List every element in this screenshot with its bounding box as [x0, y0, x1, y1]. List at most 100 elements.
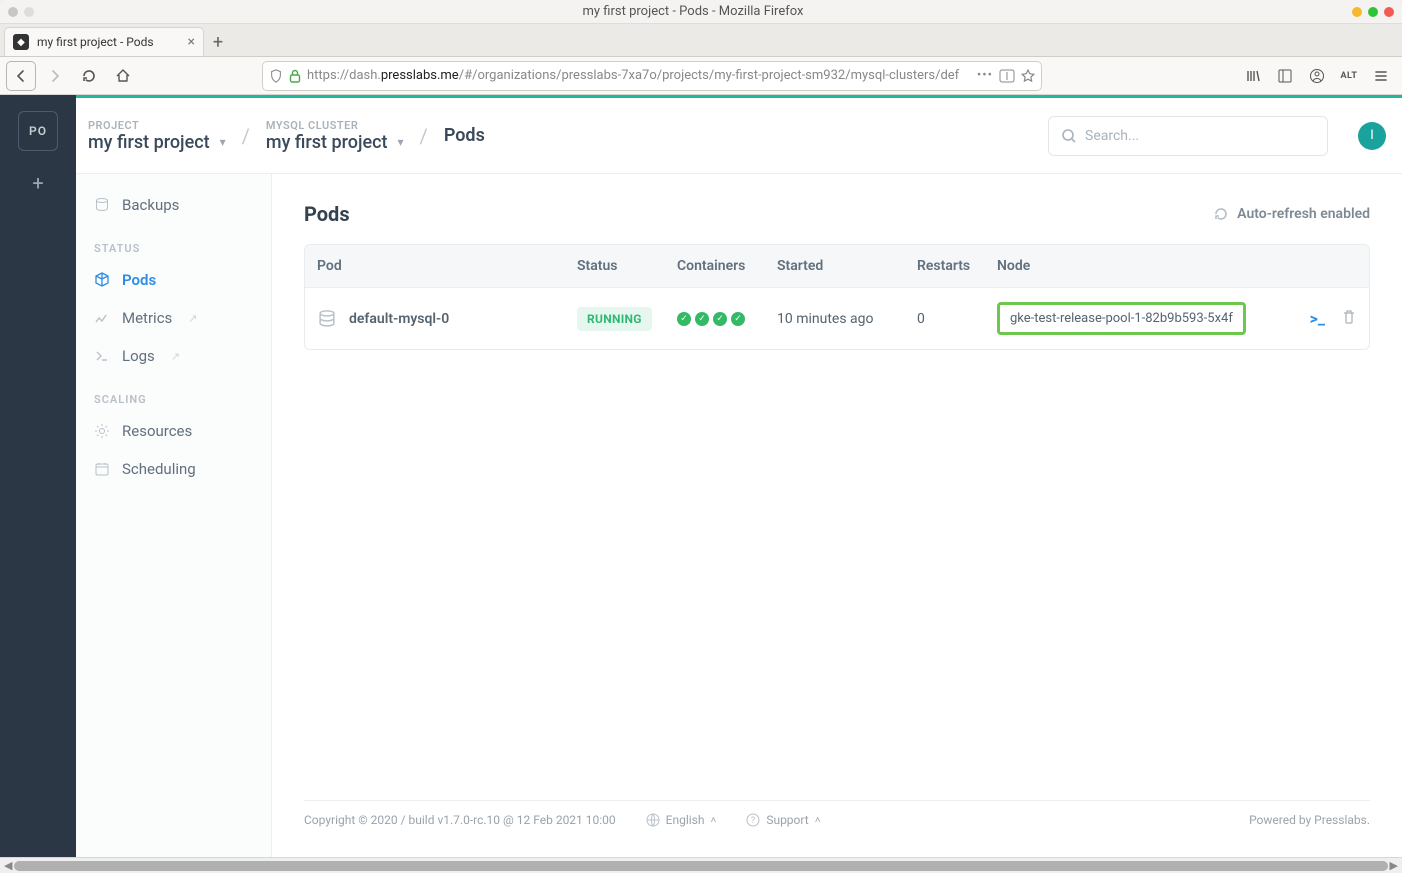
cell-restarts: 0 [917, 311, 997, 327]
search-placeholder: Search... [1085, 128, 1139, 144]
chevron-up-icon: ˄ [815, 815, 821, 826]
scroll-left-icon[interactable]: ◀ [4, 859, 12, 872]
status-badge: RUNNING [577, 307, 652, 331]
support-link[interactable]: ? Support ˄ [746, 813, 820, 827]
app-header: PROJECT my first project ▾ / MYSQL CLUST… [76, 98, 1402, 174]
breadcrumb-value: my first project [88, 132, 210, 153]
dot-icon [8, 7, 18, 17]
org-selector[interactable]: PO [18, 111, 58, 151]
app-body: Backups STATUS Pods Metrics ↗ [76, 174, 1402, 857]
database-icon [94, 197, 110, 213]
th-started: Started [777, 258, 917, 274]
breadcrumb-project[interactable]: PROJECT my first project ▾ [88, 119, 226, 153]
app-wrap: PROJECT my first project ▾ / MYSQL CLUST… [76, 95, 1402, 857]
terminal-icon [94, 348, 110, 364]
breadcrumb-cluster[interactable]: MYSQL CLUSTER my first project ▾ [266, 119, 404, 153]
browser-tab[interactable]: ◆ my first project - Pods × [4, 27, 204, 56]
search-input[interactable]: Search... [1048, 116, 1328, 156]
browser-toolbar: https://dash.presslabs.me/#/organization… [0, 57, 1402, 95]
os-titlebar: my first project - Pods - Mozilla Firefo… [0, 0, 1402, 24]
account-button[interactable] [1302, 61, 1332, 91]
globe-icon [646, 813, 660, 827]
star-icon[interactable] [1021, 69, 1035, 83]
footer-copyright: Copyright © 2020 / build v1.7.0-rc.10 @ … [304, 813, 616, 827]
tab-close-button[interactable]: × [188, 34, 195, 50]
user-avatar[interactable]: I [1358, 122, 1386, 150]
delete-button[interactable] [1341, 309, 1357, 328]
minimize-icon[interactable] [1352, 7, 1362, 17]
sidebar-item-label: Resources [122, 422, 192, 440]
cell-node: gke-test-release-pool-1-82b9b593-5x4f [997, 310, 1287, 328]
url-bar[interactable]: https://dash.presslabs.me/#/organization… [262, 61, 1042, 91]
back-button[interactable] [6, 61, 36, 91]
refresh-icon [1213, 206, 1229, 222]
chart-icon [94, 310, 110, 326]
reader-icon[interactable] [999, 69, 1015, 83]
org-rail: PO + [0, 95, 76, 857]
auto-refresh-toggle[interactable]: Auto-refresh enabled [1213, 206, 1370, 222]
library-button[interactable] [1238, 61, 1268, 91]
table-header: Pod Status Containers Started Restarts N… [305, 245, 1369, 287]
breadcrumb-label: MYSQL CLUSTER [266, 119, 404, 132]
main-header-row: Pods Auto-refresh enabled [304, 202, 1370, 226]
hamburger-menu-button[interactable] [1366, 61, 1396, 91]
sidebar-heading-scaling: SCALING [76, 375, 271, 412]
check-dot-icon: ✓ [713, 312, 727, 326]
chevron-down-icon[interactable]: ▾ [220, 135, 226, 149]
sidebar-item-resources[interactable]: Resources [76, 412, 271, 450]
dot-icon [24, 7, 34, 17]
forward-button[interactable] [40, 61, 70, 91]
breadcrumb-sep: / [236, 124, 256, 148]
help-icon: ? [746, 813, 760, 827]
browser-tab-title: my first project - Pods [37, 35, 154, 49]
cell-started: 10 minutes ago [777, 311, 917, 327]
home-button[interactable] [108, 61, 138, 91]
external-link-icon: ↗ [171, 350, 180, 363]
page-title: Pods [304, 202, 350, 226]
table-row[interactable]: default-mysql-0 RUNNING ✓ ✓ ✓ ✓ 10 minut… [305, 287, 1369, 349]
sidebar-item-metrics[interactable]: Metrics ↗ [76, 299, 271, 337]
sidebar-item-scheduling[interactable]: Scheduling [76, 450, 271, 488]
scroll-thumb[interactable] [14, 861, 1387, 871]
language-selector[interactable]: English ˄ [646, 813, 717, 827]
sidebar-item-label: Backups [122, 196, 179, 214]
sidebar-item-label: Pods [122, 271, 156, 289]
th-containers: Containers [677, 258, 777, 274]
sidebar-heading-status: STATUS [76, 224, 271, 261]
sidebar: Backups STATUS Pods Metrics ↗ [76, 174, 272, 857]
scroll-right-icon[interactable]: ▶ [1390, 859, 1398, 872]
new-tab-button[interactable]: + [204, 28, 232, 56]
alt-button[interactable]: ALT [1334, 61, 1364, 91]
breadcrumb-value: my first project [266, 132, 388, 153]
calendar-icon [94, 461, 110, 477]
cube-icon [94, 272, 110, 288]
horizontal-scrollbar[interactable]: ◀ ▶ [0, 857, 1402, 873]
add-org-button[interactable]: + [32, 171, 43, 195]
browser-tab-strip: ◆ my first project - Pods × + [0, 24, 1402, 57]
th-node: Node [997, 258, 1287, 274]
meatball-icon[interactable]: ••• [977, 68, 993, 83]
shield-icon [269, 69, 283, 83]
th-pod: Pod [317, 258, 577, 274]
main-panel: Pods Auto-refresh enabled Pod Status Con… [272, 174, 1402, 857]
close-icon[interactable] [1384, 7, 1394, 17]
maximize-icon[interactable] [1368, 7, 1378, 17]
cell-status: RUNNING [577, 307, 677, 331]
sidebar-item-pods[interactable]: Pods [76, 261, 271, 299]
reload-button[interactable] [74, 61, 104, 91]
check-dot-icon: ✓ [695, 312, 709, 326]
sidebar-item-logs[interactable]: Logs ↗ [76, 337, 271, 375]
chevron-down-icon[interactable]: ▾ [398, 135, 404, 149]
lock-icon [289, 69, 301, 83]
sidebar-item-backups[interactable]: Backups [76, 186, 271, 224]
url-text: https://dash.presslabs.me/#/organization… [307, 68, 971, 83]
footer-powered: Powered by Presslabs. [1249, 813, 1370, 827]
check-dot-icon: ✓ [677, 312, 691, 326]
content-frame: PO + PROJECT my first project ▾ / MYSQL … [0, 95, 1402, 857]
check-dot-icon: ✓ [731, 312, 745, 326]
sidebar-toggle-button[interactable] [1270, 61, 1300, 91]
row-actions: >_ [1287, 309, 1357, 328]
search-icon [1061, 128, 1077, 144]
database-icon [317, 309, 337, 329]
shell-button[interactable]: >_ [1310, 309, 1325, 328]
